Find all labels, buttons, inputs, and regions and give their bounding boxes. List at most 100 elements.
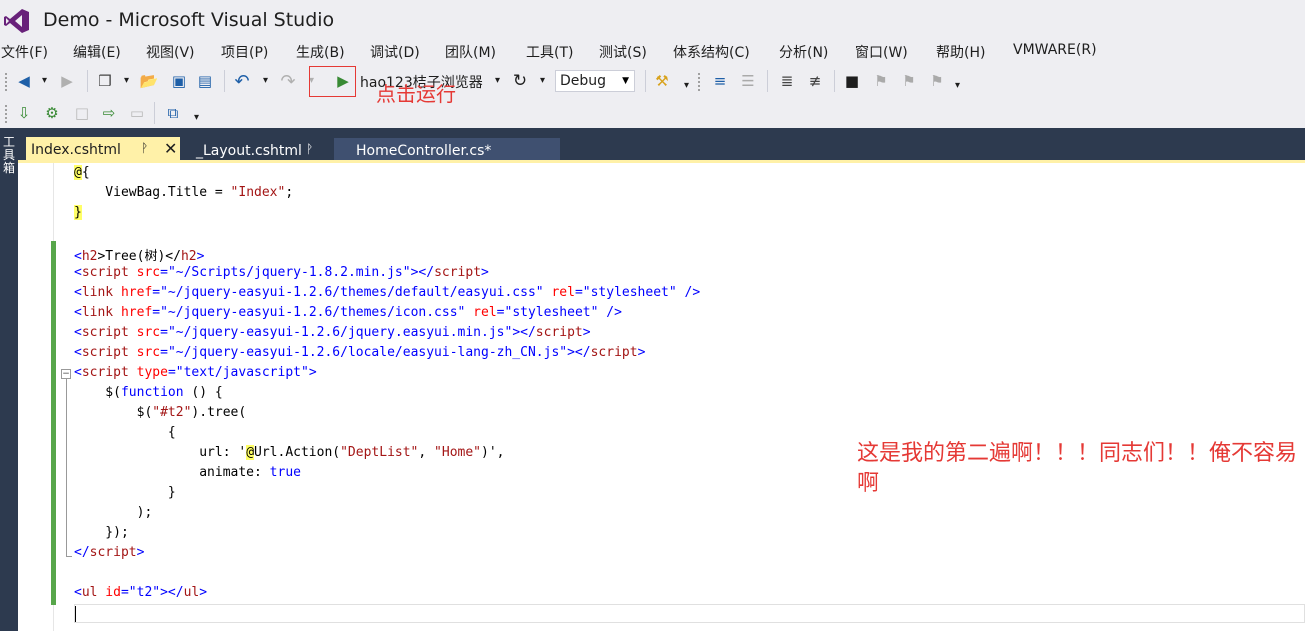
menu-tools[interactable]: 工具(T) <box>526 42 573 62</box>
toolbar-grip[interactable] <box>4 72 8 92</box>
undo-icon[interactable]: ↶ <box>233 71 251 92</box>
code-line: <ul id="t2"></ul> <box>74 585 208 600</box>
menu-build[interactable]: 生成(B) <box>296 42 345 62</box>
code-line: <script src="~/jquery-easyui-1.2.6/local… <box>74 345 646 360</box>
save-icon[interactable]: ▣ <box>170 72 188 90</box>
new-project-dropdown-icon[interactable]: ▾ <box>124 75 129 86</box>
pin-icon[interactable]: ᚹ <box>306 142 313 156</box>
toolbar-separator <box>834 70 835 92</box>
code-line: <script src="~/Scripts/jquery-1.8.2.min.… <box>74 265 489 280</box>
new-project-icon[interactable]: ❒ <box>96 72 114 90</box>
stop-icon[interactable]: □ <box>73 104 91 122</box>
current-line-highlight <box>74 604 1305 623</box>
tab-label: Index.cshtml <box>31 142 121 158</box>
deploy-icon[interactable]: ⇨ <box>100 104 118 122</box>
code-line: } <box>74 205 82 220</box>
previous-bookmark-icon[interactable]: ⚑ <box>872 72 890 90</box>
toolbar-separator <box>645 70 646 92</box>
document-tab-bar: Index.cshtml ᚹ ✕ _Layout.cshtml ᚹ HomeCo… <box>18 128 1305 162</box>
toolbar-separator <box>154 102 155 124</box>
tab-label: HomeController.cs* <box>356 143 492 159</box>
undo-dropdown-icon[interactable]: ▾ <box>263 75 268 86</box>
navigate-back-icon[interactable]: ◀ <box>15 72 33 90</box>
publish-icon[interactable]: ⇩ <box>15 104 33 122</box>
title-bar: Demo - Microsoft Visual Studio <box>0 0 1305 42</box>
menu-architecture[interactable]: 体系结构(C) <box>673 42 750 62</box>
menu-bar: 文件(F) 编辑(E) 视图(V) 项目(P) 生成(B) 调试(D) 团队(M… <box>0 40 1305 64</box>
build-settings-icon[interactable]: ⚙ <box>43 104 61 122</box>
menu-test[interactable]: 测试(S) <box>599 42 647 62</box>
code-line: <link href="~/jquery-easyui-1.2.6/themes… <box>74 285 701 300</box>
code-line: <link href="~/jquery-easyui-1.2.6/themes… <box>74 305 622 320</box>
menu-vmware[interactable]: VMWARE(R) <box>1013 42 1097 58</box>
uncomment-lines-icon[interactable]: ≢ <box>806 72 824 90</box>
tab-index-cshtml[interactable]: Index.cshtml ᚹ ✕ <box>26 137 180 162</box>
code-line: ); <box>74 505 153 520</box>
refresh-icon[interactable]: ↻ <box>511 71 529 91</box>
outline-guide <box>66 379 67 557</box>
outline-guide-end <box>66 556 72 557</box>
cancel-icon[interactable]: ▭ <box>128 104 146 122</box>
standard-toolbar: ◀ ▾ ▶ ❒ ▾ 📂 ▣ ▤ ↶ ▾ ↷ ▾ ▶ hao123桔子浏览器 ▾ … <box>0 66 1305 96</box>
open-file-icon[interactable]: 📂 <box>140 72 159 90</box>
clear-bookmarks-icon[interactable]: ⚑ <box>928 72 946 90</box>
pin-icon[interactable]: ᚹ <box>141 141 148 155</box>
menu-edit[interactable]: 编辑(E) <box>73 42 121 62</box>
comment-lines-icon[interactable]: ≣ <box>778 72 796 90</box>
chevron-down-icon: ▼ <box>622 76 629 86</box>
collapse-outline-icon[interactable]: − <box>61 369 71 379</box>
menu-project[interactable]: 项目(P) <box>221 42 268 62</box>
find-in-files-icon[interactable]: ⚒ <box>653 72 671 90</box>
menu-analyze[interactable]: 分析(N) <box>779 42 828 62</box>
menu-file[interactable]: 文件(F) <box>1 42 48 62</box>
tab-homecontroller-cs[interactable]: HomeController.cs* <box>334 138 560 162</box>
browser-dropdown-icon[interactable]: ▾ <box>495 75 500 86</box>
save-all-icon[interactable]: ▤ <box>196 72 214 90</box>
toolbar-grip[interactable] <box>697 72 701 92</box>
tab-label: _Layout.cshtml <box>196 143 302 159</box>
navigate-back-dropdown-icon[interactable]: ▾ <box>42 75 47 86</box>
menu-view[interactable]: 视图(V) <box>146 42 195 62</box>
code-line: <script type="text/javascript"> <box>74 365 317 380</box>
code-line: <script src="~/jquery-easyui-1.2.6/jquer… <box>74 325 591 340</box>
run-annotation-box <box>309 66 356 97</box>
toolbox-strip <box>0 128 18 631</box>
solution-explorer-icon[interactable]: ≡ <box>711 72 729 90</box>
toolbar-grip[interactable] <box>4 104 8 124</box>
toolbar-separator <box>767 70 768 92</box>
window-title: Demo - Microsoft Visual Studio <box>43 9 335 31</box>
toolbar-overflow-icon[interactable]: ▾ <box>194 112 199 123</box>
navigate-forward-icon[interactable]: ▶ <box>58 72 76 90</box>
code-line: { <box>74 425 176 440</box>
toolbar-separator <box>224 70 225 92</box>
web-toolbar: ⇩ ⚙ □ ⇨ ▭ ⧉ ▾ <box>0 98 300 128</box>
refresh-dropdown-icon[interactable]: ▾ <box>540 75 545 86</box>
redo-icon[interactable]: ↷ <box>279 71 297 92</box>
menu-team[interactable]: 团队(M) <box>445 42 496 62</box>
solution-configuration-value: Debug <box>560 73 607 89</box>
menu-help[interactable]: 帮助(H) <box>936 42 985 62</box>
next-bookmark-icon[interactable]: ⚑ <box>900 72 918 90</box>
properties-icon[interactable]: ☰ <box>739 72 757 90</box>
text-caret <box>75 606 76 622</box>
code-line: ViewBag.Title = "Index"; <box>74 185 294 200</box>
close-icon[interactable]: ✕ <box>164 139 177 158</box>
toolbar-overflow-icon[interactable]: ▾ <box>955 80 960 91</box>
code-line: <h2>Tree(树)</h2> <box>74 249 205 264</box>
bookmark-icon[interactable]: ■ <box>843 72 861 90</box>
solution-configuration-select[interactable]: Debug ▼ <box>555 70 635 92</box>
code-line: @{ <box>74 165 90 180</box>
change-indicator-bar <box>51 241 56 605</box>
menu-debug[interactable]: 调试(D) <box>370 42 420 62</box>
code-line: $(function () { <box>74 385 223 400</box>
browser-link-icon[interactable]: ⧉ <box>164 104 182 122</box>
toolbar-overflow-icon[interactable]: ▾ <box>684 80 689 91</box>
code-line: animate: true <box>74 465 301 480</box>
toolbar-separator <box>87 70 88 92</box>
code-line: $("#t2").tree( <box>74 405 247 420</box>
code-editor[interactable]: − @{ ViewBag.Title = "Index"; } <h2>Tree… <box>18 163 1305 631</box>
menu-window[interactable]: 窗口(W) <box>855 42 908 62</box>
annotation-comment: 这是我的第二遍啊！！！同志们！！俺不容易啊 <box>857 441 1298 496</box>
toolbox-tab[interactable]: 工具箱 <box>0 136 18 184</box>
code-line: </script> <box>74 545 145 560</box>
